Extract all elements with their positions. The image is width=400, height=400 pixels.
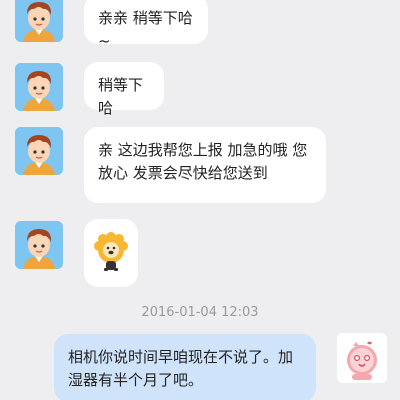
agent-message-bubble[interactable]: 亲 这边我帮您上报 加急的哦 您放心 发票会尽快给您送到 [84, 127, 326, 203]
message-text: 稍等下哈 [98, 76, 144, 117]
chat-view[interactable]: 亲亲 稍等下哈~ 稍等下哈 亲 这边我帮您上报 加急的哦 您放心 发票会尽快给您… [0, 0, 400, 400]
timestamp: 2016-01-04 12:03 [141, 305, 259, 320]
agent-avatar[interactable] [15, 0, 63, 42]
customer-message-bubble[interactable]: 相机你说时间早咱现在不说了。加湿器有半个月了吧。 [54, 334, 316, 400]
message-text: 相机你说时间早咱现在不说了。加湿器有半个月了吧。 [68, 348, 294, 389]
customer-avatar[interactable] [337, 333, 387, 383]
agent-message-bubble[interactable]: 稍等下哈 [84, 62, 164, 117]
boy-avatar-icon [15, 63, 63, 111]
agent-sticker-bubble[interactable] [84, 219, 138, 287]
agent-avatar[interactable] [15, 63, 63, 111]
boy-avatar-icon [15, 127, 63, 175]
boy-avatar-icon [15, 221, 63, 269]
message-text: 亲 这边我帮您上报 加急的哦 您放心 发票会尽快给您送到 [98, 141, 308, 182]
agent-avatar[interactable] [15, 127, 63, 175]
message-text: 亲亲 稍等下哈~ [98, 9, 193, 50]
agent-avatar[interactable] [15, 221, 63, 269]
lion-sticker-icon [94, 232, 128, 271]
agent-message-bubble[interactable]: 亲亲 稍等下哈~ [84, 0, 208, 50]
boy-avatar-icon [15, 0, 63, 42]
cute-face-avatar-icon [337, 333, 387, 383]
